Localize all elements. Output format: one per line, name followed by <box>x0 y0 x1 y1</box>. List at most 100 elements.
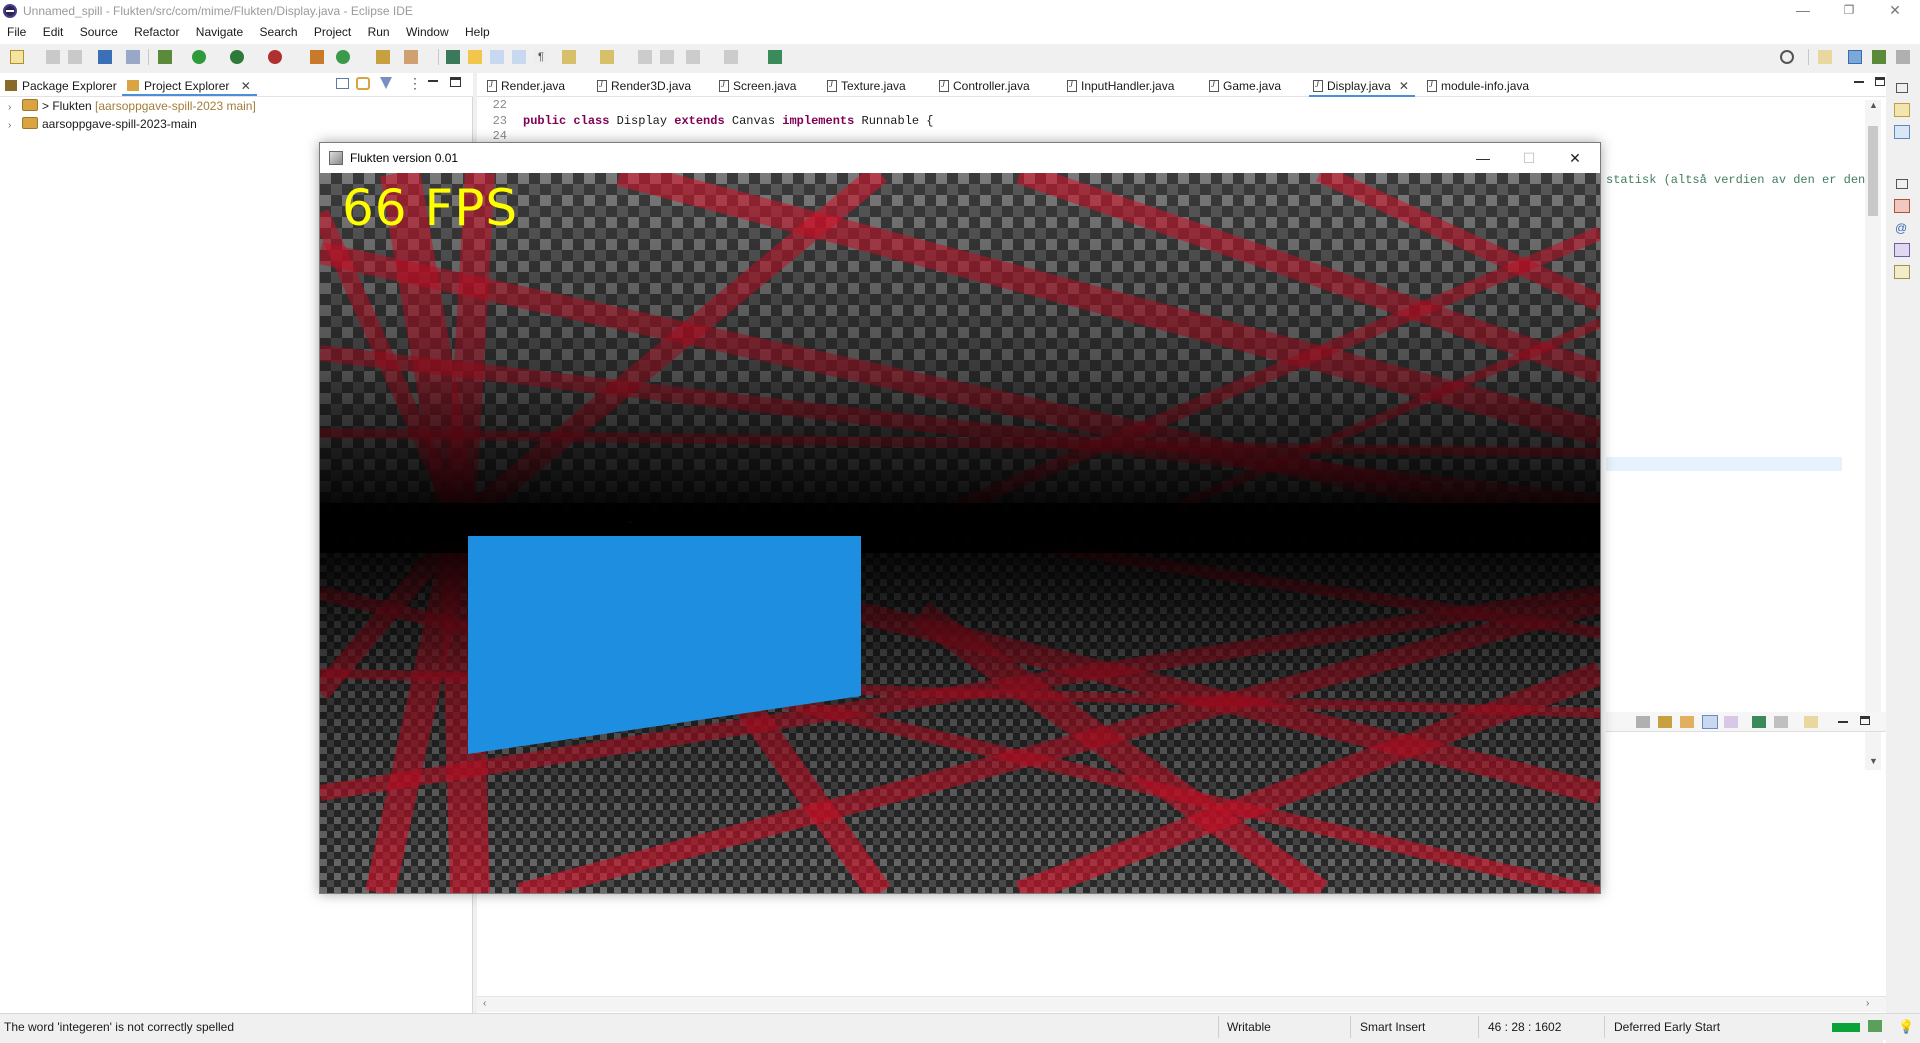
search-view-icon[interactable] <box>1894 265 1910 279</box>
insert-mode[interactable]: Smart Insert <box>1360 1020 1425 1034</box>
close-button[interactable]: ✕ <box>1872 0 1918 22</box>
close-tab-icon[interactable]: ✕ <box>1399 79 1409 93</box>
tab-render3d-java[interactable]: Render3D.java <box>593 77 697 97</box>
redo-edit-icon[interactable] <box>660 50 674 64</box>
scroll-down-icon[interactable]: ▼ <box>1869 756 1878 766</box>
open-type-icon[interactable] <box>376 50 390 64</box>
close-tab-icon[interactable]: ✕ <box>241 79 251 93</box>
word-wrap-icon[interactable] <box>512 50 526 64</box>
scroll-left-icon[interactable]: ‹ <box>483 998 486 1009</box>
chevron-right-icon[interactable]: › <box>8 102 18 113</box>
menu-window[interactable]: Window <box>399 22 455 39</box>
declaration-icon[interactable] <box>1894 243 1910 257</box>
tab-controller-java[interactable]: Controller.java <box>935 77 1036 97</box>
display-console-icon[interactable] <box>1774 716 1788 728</box>
game-close-button[interactable]: ✕ <box>1552 143 1598 173</box>
tab-texture-java[interactable]: Texture.java <box>823 77 912 97</box>
link-with-editor-icon[interactable] <box>356 77 370 90</box>
annotation-icon[interactable] <box>446 50 460 64</box>
next-annotation-icon[interactable] <box>562 50 576 64</box>
external-tools-icon[interactable] <box>268 50 282 64</box>
editor-scrollbar[interactable]: ▲ ▼ <box>1865 100 1881 770</box>
chevron-right-icon[interactable]: › <box>8 120 18 131</box>
word-wrap-console-icon[interactable] <box>1680 716 1694 728</box>
minimize-button[interactable]: — <box>1780 0 1826 22</box>
skip-breakpoints-icon[interactable] <box>126 50 140 64</box>
debug-perspective-icon[interactable] <box>1872 50 1886 64</box>
tree-item-main[interactable]: › aarsoppgave-spill-2023-main <box>8 117 197 135</box>
git-perspective-icon[interactable] <box>1896 50 1910 64</box>
new-class-icon[interactable] <box>336 50 350 64</box>
open-perspective-icon[interactable] <box>1818 50 1832 64</box>
cursor-position[interactable]: 46 : 28 : 1602 <box>1488 1020 1561 1034</box>
task-list-icon[interactable] <box>1894 103 1910 117</box>
maximize-editor-icon[interactable] <box>1875 77 1885 86</box>
scrollbar-thumb[interactable] <box>1868 126 1878 216</box>
collapse-all-icon[interactable] <box>336 78 349 89</box>
javadoc-icon[interactable]: @ <box>1895 221 1907 235</box>
save-all-icon[interactable] <box>68 50 82 64</box>
new-icon[interactable] <box>10 50 24 64</box>
menu-project[interactable]: Project <box>307 22 357 39</box>
view-menu-icon[interactable]: ⋮ <box>408 76 422 90</box>
minimize-view-icon[interactable] <box>428 80 438 82</box>
menu-help[interactable]: Help <box>458 22 496 39</box>
show-on-output-icon[interactable] <box>1702 715 1718 729</box>
menu-search[interactable]: Search <box>253 22 304 39</box>
menu-file[interactable]: File <box>0 22 32 39</box>
java-perspective-icon[interactable] <box>1848 50 1862 64</box>
game-canvas[interactable] <box>320 173 1600 893</box>
progress-bar[interactable] <box>1832 1023 1860 1032</box>
mark-occurrences-icon[interactable] <box>468 50 482 64</box>
new-java-project-icon[interactable] <box>310 50 324 64</box>
scroll-right-icon[interactable]: › <box>1866 998 1869 1009</box>
tab-game-java[interactable]: Game.java <box>1205 77 1287 97</box>
tree-item-flukten[interactable]: › > Flukten [aarsoppgave-spill-2023 main] <box>8 99 256 117</box>
restore-view-icon[interactable] <box>1896 83 1908 93</box>
tab-display-java[interactable]: Display.java ✕ <box>1309 77 1415 97</box>
menu-run[interactable]: Run <box>361 22 396 39</box>
restore-panel-icon[interactable] <box>1896 179 1908 189</box>
tab-screen-java[interactable]: Screen.java <box>715 77 802 97</box>
game-minimize-button[interactable]: — <box>1460 143 1506 173</box>
back-icon[interactable] <box>686 50 700 64</box>
progress-view-icon[interactable] <box>1868 1020 1882 1032</box>
clear-console-icon[interactable] <box>1636 716 1650 728</box>
horizontal-scrollbar[interactable]: ‹ › <box>477 996 1886 1012</box>
pin-console-icon[interactable] <box>1752 716 1766 728</box>
tip-icon[interactable]: 💡 <box>1898 1019 1914 1035</box>
terminal-icon[interactable] <box>98 50 112 64</box>
scroll-up-icon[interactable]: ▲ <box>1869 100 1878 110</box>
maximize-view-icon[interactable] <box>450 77 461 87</box>
search-tool-icon[interactable] <box>404 50 418 64</box>
tab-inputhandler-java[interactable]: InputHandler.java <box>1063 77 1180 97</box>
maximize-panel-icon[interactable] <box>1860 716 1870 725</box>
game-maximize-button[interactable]: ☐ <box>1506 143 1552 173</box>
problems-icon[interactable] <box>1894 199 1910 213</box>
save-icon[interactable] <box>46 50 60 64</box>
block-selection-icon[interactable] <box>490 50 504 64</box>
tab-project-explorer[interactable]: Project Explorer ✕ <box>122 76 257 96</box>
minimize-editor-icon[interactable] <box>1854 81 1864 83</box>
outline-icon[interactable] <box>1894 125 1910 139</box>
scroll-lock-icon[interactable] <box>1658 716 1672 728</box>
previous-annotation-icon[interactable] <box>600 50 614 64</box>
filter-icon[interactable] <box>380 77 392 89</box>
show-on-error-icon[interactable] <box>1724 716 1738 728</box>
restore-button[interactable]: ❐ <box>1826 0 1872 22</box>
debug-icon[interactable] <box>158 50 172 64</box>
menu-edit[interactable]: Edit <box>36 22 70 39</box>
forward-icon[interactable] <box>724 50 738 64</box>
pin-editor-icon[interactable] <box>768 50 782 64</box>
coverage-icon[interactable] <box>230 50 244 64</box>
show-whitespace-icon[interactable]: ¶ <box>534 50 548 64</box>
tab-module-info-java[interactable]: module-info.java <box>1423 77 1535 97</box>
search-icon[interactable] <box>1780 50 1794 64</box>
menu-navigate[interactable]: Navigate <box>189 22 249 39</box>
tab-render-java[interactable]: Render.java <box>483 77 571 97</box>
menu-refactor[interactable]: Refactor <box>127 22 185 39</box>
last-edit-icon[interactable] <box>638 50 652 64</box>
code-line-class-declaration[interactable]: public class Display extends Canvas impl… <box>523 114 934 128</box>
run-icon[interactable] <box>192 50 206 64</box>
menu-source[interactable]: Source <box>73 22 124 39</box>
